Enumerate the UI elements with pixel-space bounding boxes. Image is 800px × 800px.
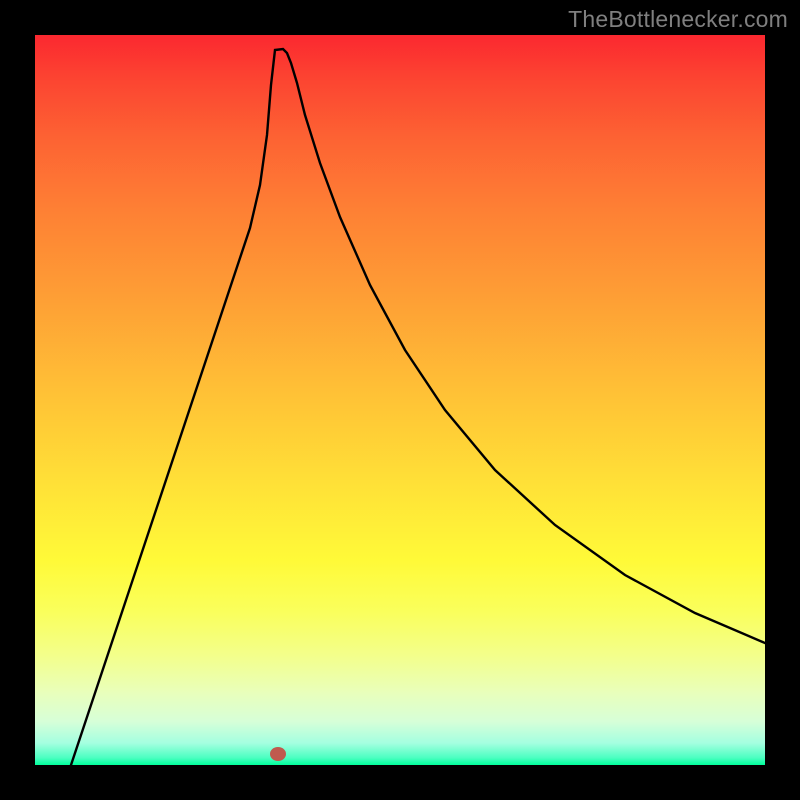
chart-frame: TheBottlenecker.com bbox=[0, 0, 800, 800]
chart-svg bbox=[35, 35, 765, 765]
bottleneck-curve bbox=[71, 49, 765, 765]
plot-area bbox=[35, 35, 765, 765]
watermark-text: TheBottlenecker.com bbox=[568, 6, 788, 33]
min-marker bbox=[270, 747, 286, 761]
